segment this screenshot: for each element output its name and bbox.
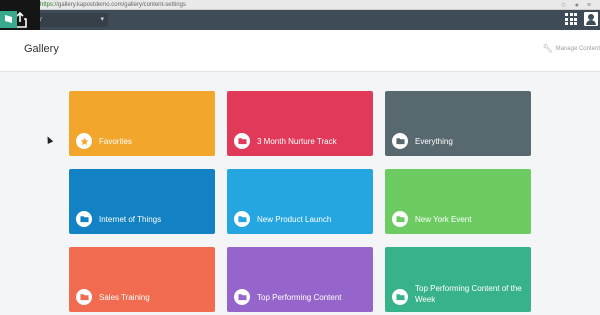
- folder-icon: [392, 133, 408, 149]
- mouse-cursor: [44, 135, 54, 144]
- user-icon[interactable]: [584, 12, 598, 26]
- tile-new-product-launch[interactable]: New Product Launch: [227, 169, 373, 234]
- manage-content-label: Manage Content: [555, 46, 600, 52]
- tile-label: New York Event: [415, 215, 472, 224]
- folder-icon: [234, 211, 250, 227]
- app-switcher-dropdown[interactable]: ery ▾: [28, 13, 108, 27]
- tile-internet-of-things[interactable]: Internet of Things: [69, 169, 215, 234]
- tile-label: Top Performing Content of the Week: [415, 284, 522, 304]
- tile-label: 3 Month Nurture Track: [257, 137, 337, 146]
- manage-content-link[interactable]: 🔧︎ Manage Content: [542, 44, 600, 53]
- url-text[interactable]: https://gallery.kapostdemo.com/gallery/c…: [40, 0, 186, 10]
- tile-label: Sales Training: [99, 293, 150, 302]
- apps-grid-icon[interactable]: [565, 13, 577, 25]
- app-top-nav: ery ▾: [0, 10, 600, 30]
- tile-new-york-event[interactable]: New York Event: [385, 169, 531, 234]
- tile-sales-training[interactable]: Sales Training: [69, 247, 215, 312]
- tile-label: Internet of Things: [99, 215, 162, 224]
- tile-label: Favorites: [99, 137, 132, 146]
- tile-top-performing-content-of-the-week[interactable]: Top Performing Content of the Week: [385, 247, 531, 312]
- folder-icon: [392, 289, 408, 305]
- tile-top-performing-content[interactable]: Top Performing Content: [227, 247, 373, 312]
- browser-extension-icons[interactable]: ☆ ● ≡: [561, 1, 594, 9]
- star-icon: [76, 133, 92, 149]
- tile-label: Everything: [415, 137, 453, 146]
- tile-label: New Product Launch: [257, 215, 332, 224]
- folder-icon: [76, 289, 92, 305]
- url-path: gallery.kapostdemo.com/gallery/content-s…: [58, 2, 186, 8]
- gallery-grid: Favorites 3 Month Nurture Track Everythi…: [69, 91, 531, 312]
- folder-icon: [76, 211, 92, 227]
- folder-icon: [234, 289, 250, 305]
- tile-everything[interactable]: Everything: [385, 91, 531, 156]
- tile-label: Top Performing Content: [257, 293, 342, 302]
- chevron-down-icon: ▾: [100, 16, 104, 23]
- tile-favorites[interactable]: Favorites: [69, 91, 215, 156]
- folder-icon: [234, 133, 250, 149]
- wrench-icon: 🔧︎: [542, 44, 553, 53]
- page-title: Gallery: [24, 43, 59, 55]
- page-header: [0, 30, 600, 72]
- folder-icon: [392, 211, 408, 227]
- gallery-logo-icon: [0, 11, 17, 28]
- browser-address-bar[interactable]: https://gallery.kapostdemo.com/gallery/c…: [0, 0, 600, 10]
- url-scheme: https://: [40, 2, 59, 8]
- tile-3-month-nurture-track[interactable]: 3 Month Nurture Track: [227, 91, 373, 156]
